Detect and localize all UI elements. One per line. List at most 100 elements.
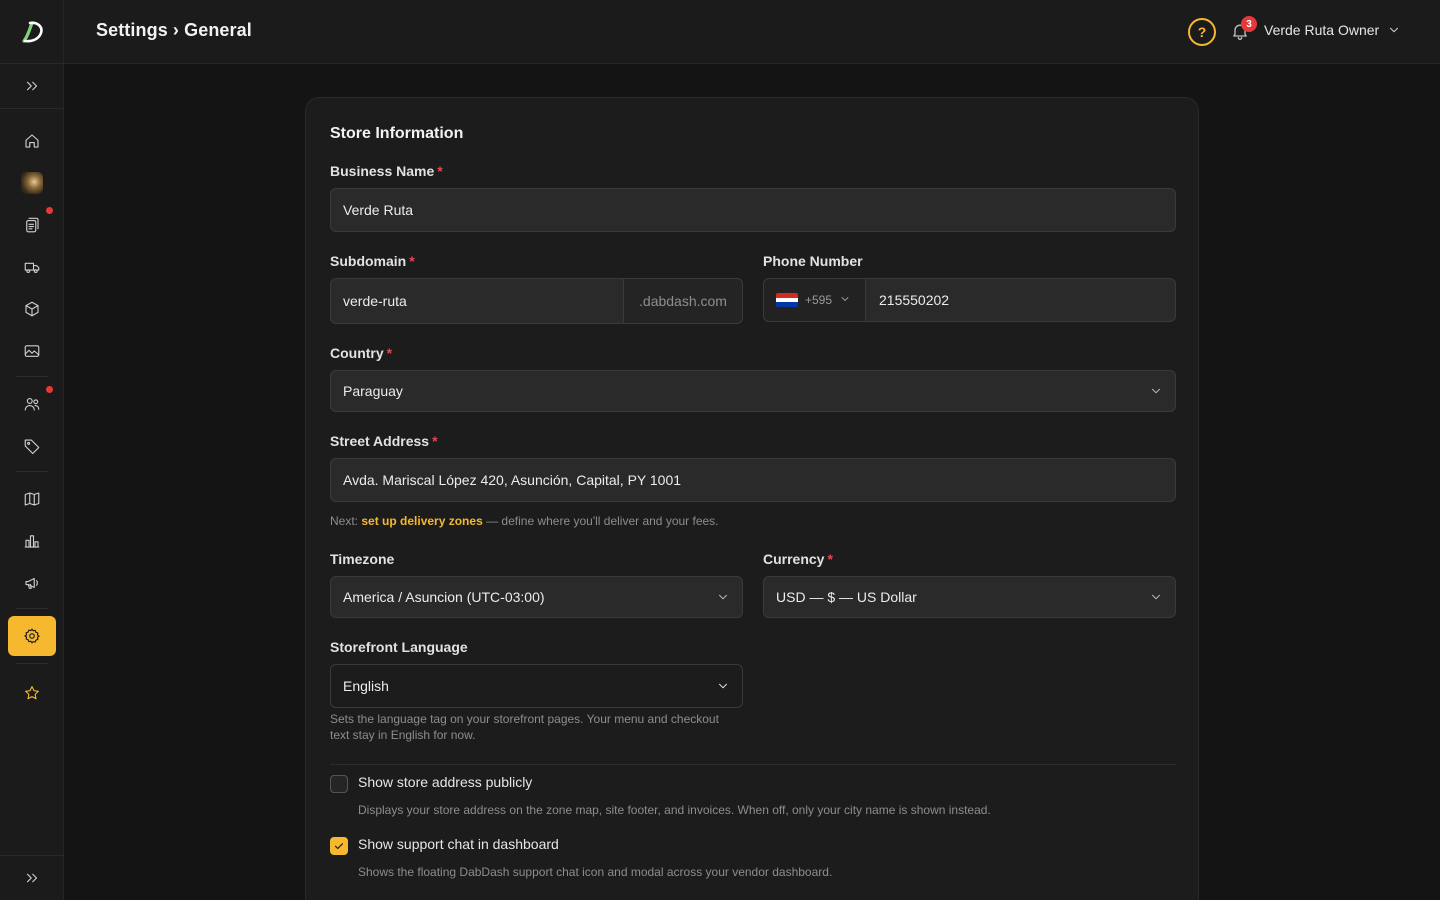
sidebar-item-map[interactable] <box>12 481 52 517</box>
language-hint: Sets the language tag on your storefront… <box>330 711 750 743</box>
show-address-description: Displays your store address on the zone … <box>358 803 991 817</box>
sidebar-divider <box>16 663 48 664</box>
phone-label-text: Phone Number <box>763 253 863 269</box>
delivery-truck-icon <box>24 262 40 274</box>
street-address-input[interactable]: Avda. Mariscal López 420, Asunción, Capi… <box>330 458 1176 502</box>
street-address-value: Avda. Mariscal López 420, Asunción, Capi… <box>343 472 682 488</box>
storefront-language-label-text: Storefront Language <box>330 639 468 655</box>
customers-icon <box>24 398 40 411</box>
delivery-zones-link[interactable]: set up delivery zones <box>361 514 482 528</box>
page-title: Settings › General <box>96 20 252 40</box>
section-title: Store Information <box>330 125 464 142</box>
chevron-down-icon <box>719 594 727 600</box>
subdomain-label-text: Subdomain <box>330 253 407 269</box>
top-bar: Settings › General ? 3 Verde Ruta Owner <box>64 0 1440 64</box>
sidebar-divider <box>16 608 48 609</box>
settings-gear-icon <box>24 628 40 644</box>
timezone-select[interactable]: America / Asuncion (UTC-03:00) <box>330 576 743 618</box>
required-asterisk: * <box>432 433 438 449</box>
subdomain-input[interactable]: verde-ruta .dabdash.com <box>330 278 743 324</box>
customers-notification-dot <box>46 386 53 393</box>
required-asterisk: * <box>386 345 393 361</box>
country-label: Country * <box>330 345 392 361</box>
phone-number-value: 215550202 <box>879 292 950 308</box>
sidebar-top-divider <box>0 63 64 64</box>
orders-icon <box>26 217 39 233</box>
subdomain-value: verde-ruta <box>343 293 407 309</box>
phone-number-input[interactable]: 215550202 <box>879 279 949 321</box>
sidebar-item-settings[interactable] <box>8 616 56 656</box>
media-image-icon <box>24 345 40 357</box>
section-divider <box>330 764 1176 765</box>
sidebar-item-marketing[interactable] <box>12 565 52 601</box>
required-asterisk: * <box>437 163 443 179</box>
business-name-input[interactable]: Verde Ruta <box>330 188 1176 232</box>
currency-label: Currency * <box>763 551 833 567</box>
required-asterisk: * <box>827 551 833 567</box>
logo-icon <box>22 21 43 43</box>
storefront-language-label: Storefront Language <box>330 639 468 655</box>
sidebar-item-analytics[interactable] <box>12 523 52 559</box>
sidebar-item-store[interactable] <box>12 165 52 201</box>
orders-notification-dot <box>46 207 53 214</box>
street-address-label: Street Address * <box>330 433 438 449</box>
show-address-checkbox[interactable] <box>330 775 348 793</box>
subdomain-label: Subdomain * <box>330 253 415 269</box>
checkmark-icon <box>334 843 344 850</box>
sidebar-divider <box>0 108 64 109</box>
sidebar <box>0 0 64 900</box>
phone-label: Phone Number <box>763 253 863 269</box>
language-hint-line-2: text stay in English for now. <box>330 728 476 742</box>
tag-icon <box>24 439 40 455</box>
chevron-down-icon <box>839 293 851 308</box>
sidebar-item-tags[interactable] <box>12 428 52 464</box>
sidebar-item-products[interactable] <box>12 291 52 327</box>
expand-sidebar-button[interactable] <box>12 68 52 104</box>
sidebar-item-delivery[interactable] <box>12 249 52 285</box>
sidebar-item-home[interactable] <box>12 123 52 159</box>
dabdash-logo[interactable] <box>0 0 64 64</box>
chevron-down-icon <box>719 683 727 689</box>
hint-prefix: Next: <box>330 514 359 528</box>
show-support-chat-checkbox[interactable] <box>330 837 348 855</box>
address-hint: Next: set up delivery zones — define whe… <box>330 513 719 529</box>
required-asterisk: * <box>409 253 415 269</box>
analytics-icon <box>24 535 40 548</box>
hint-suffix: — define where you'll deliver and your f… <box>486 514 719 528</box>
language-hint-line-1: Sets the language tag on your storefront… <box>330 712 719 726</box>
timezone-value: America / Asuncion (UTC-03:00) <box>343 589 545 605</box>
products-box-icon <box>25 301 39 317</box>
business-name-value: Verde Ruta <box>343 202 414 218</box>
storefront-language-select[interactable]: English <box>330 664 743 708</box>
help-icon[interactable]: ? <box>1188 18 1216 46</box>
chevron-down-icon <box>1390 27 1399 33</box>
subdomain-suffix: .dabdash.com <box>623 279 742 323</box>
currency-select[interactable]: USD — $ — US Dollar <box>763 576 1176 618</box>
sidebar-item-media[interactable] <box>12 333 52 369</box>
marketing-megaphone-icon <box>25 577 38 589</box>
show-support-chat-description: Shows the floating DabDash support chat … <box>358 865 833 879</box>
show-address-label[interactable]: Show store address publicly <box>358 774 532 790</box>
currency-label-text: Currency <box>763 551 825 567</box>
map-icon <box>24 492 40 506</box>
country-code-select[interactable]: +595 <box>764 279 866 321</box>
paraguay-flag-icon <box>776 293 798 307</box>
chevron-down-icon <box>1152 388 1160 394</box>
sidebar-bottom-divider <box>0 855 64 856</box>
business-name-label-text: Business Name <box>330 163 435 179</box>
country-code-value: +595 <box>805 293 833 307</box>
star-icon <box>25 686 39 700</box>
country-select[interactable]: Paraguay <box>330 370 1176 412</box>
notification-count-badge: 3 <box>1241 16 1257 32</box>
collapse-toggle-button[interactable] <box>12 860 52 896</box>
country-value: Paraguay <box>343 383 403 399</box>
phone-field: +595 215550202 <box>763 278 1176 322</box>
timezone-label-text: Timezone <box>330 551 395 567</box>
sidebar-divider <box>16 471 48 472</box>
sidebar-item-favorites[interactable] <box>12 675 52 711</box>
chevron-down-icon <box>1152 594 1160 600</box>
user-menu[interactable]: Verde Ruta Owner <box>1264 22 1401 38</box>
chevrons-right-icon <box>26 81 38 91</box>
business-name-label: Business Name * <box>330 163 443 179</box>
show-support-chat-label[interactable]: Show support chat in dashboard <box>358 836 559 852</box>
